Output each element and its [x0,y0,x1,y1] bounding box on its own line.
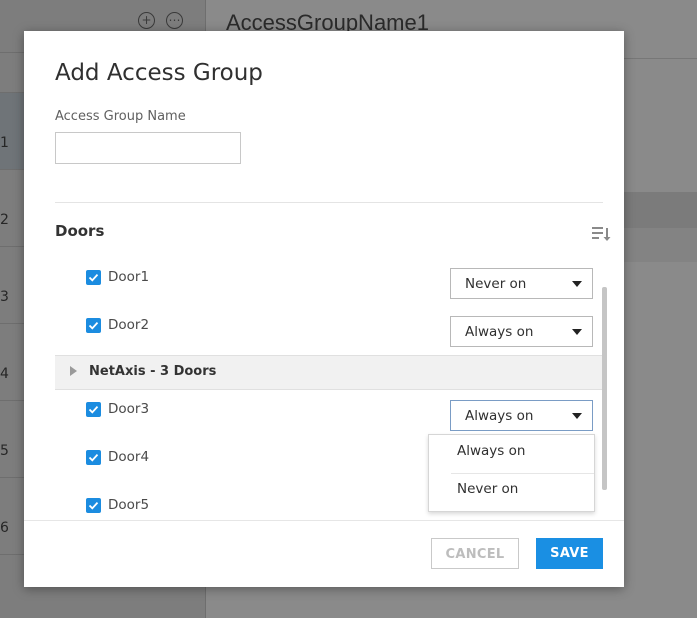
sort-icon[interactable] [591,224,613,244]
row-number: 2 [0,212,9,228]
save-button[interactable]: SAVE [536,538,603,569]
add-access-group-dialog: Add Access Group Access Group Name Doors… [24,31,624,587]
dialog-title: Add Access Group [55,60,263,86]
row-number: 4 [0,366,9,382]
list-scrollbar[interactable] [602,287,607,490]
door-group-row[interactable]: NetAxis - 3 Doors [55,355,604,390]
schedule-select-value: Always on [465,324,534,340]
door-label: Door1 [108,269,150,285]
footer-divider [24,520,624,521]
schedule-select-value: Never on [465,276,527,292]
caret-down-icon [572,281,582,287]
add-circle-icon: + [138,12,155,29]
background-band [623,228,697,262]
door-label: Door4 [108,449,150,465]
door-label: Door3 [108,401,150,417]
door-checkbox[interactable] [86,270,101,285]
dropdown-option-label: Never on [457,481,519,497]
dropdown-option-always-on[interactable]: Always on [429,435,594,473]
more-circle-icon: ⋯ [166,12,183,29]
row-number: 5 [0,443,9,459]
door-group-label: NetAxis - 3 Doors [89,364,217,379]
door-row: Door2 Always on [55,306,604,347]
expand-triangle-icon[interactable] [70,366,77,376]
caret-down-icon [572,329,582,335]
access-group-name-label: Access Group Name [55,109,186,124]
door-checkbox[interactable] [86,450,101,465]
schedule-select-value: Always on [465,408,534,424]
schedule-select[interactable]: Never on [450,268,593,299]
schedule-dropdown-menu: Always on Never on [428,434,595,512]
doors-section-title: Doors [55,222,105,240]
access-group-name-input[interactable] [55,132,241,164]
row-number: 6 [0,520,9,536]
door-row: Door3 Always on [55,390,604,431]
dropdown-option-label: Always on [457,443,526,459]
row-number: 3 [0,289,9,305]
door-checkbox[interactable] [86,402,101,417]
section-divider [55,202,603,203]
schedule-select[interactable]: Always on [450,316,593,347]
door-checkbox[interactable] [86,318,101,333]
door-row: Door1 Never on [55,258,604,299]
background-band [623,192,697,228]
door-label: Door5 [108,497,150,513]
door-label: Door2 [108,317,150,333]
door-checkbox[interactable] [86,498,101,513]
dropdown-option-never-on[interactable]: Never on [429,473,594,511]
schedule-select[interactable]: Always on [450,400,593,431]
cancel-button[interactable]: CANCEL [431,538,519,569]
row-number: 1 [0,135,9,151]
caret-down-icon [572,413,582,419]
